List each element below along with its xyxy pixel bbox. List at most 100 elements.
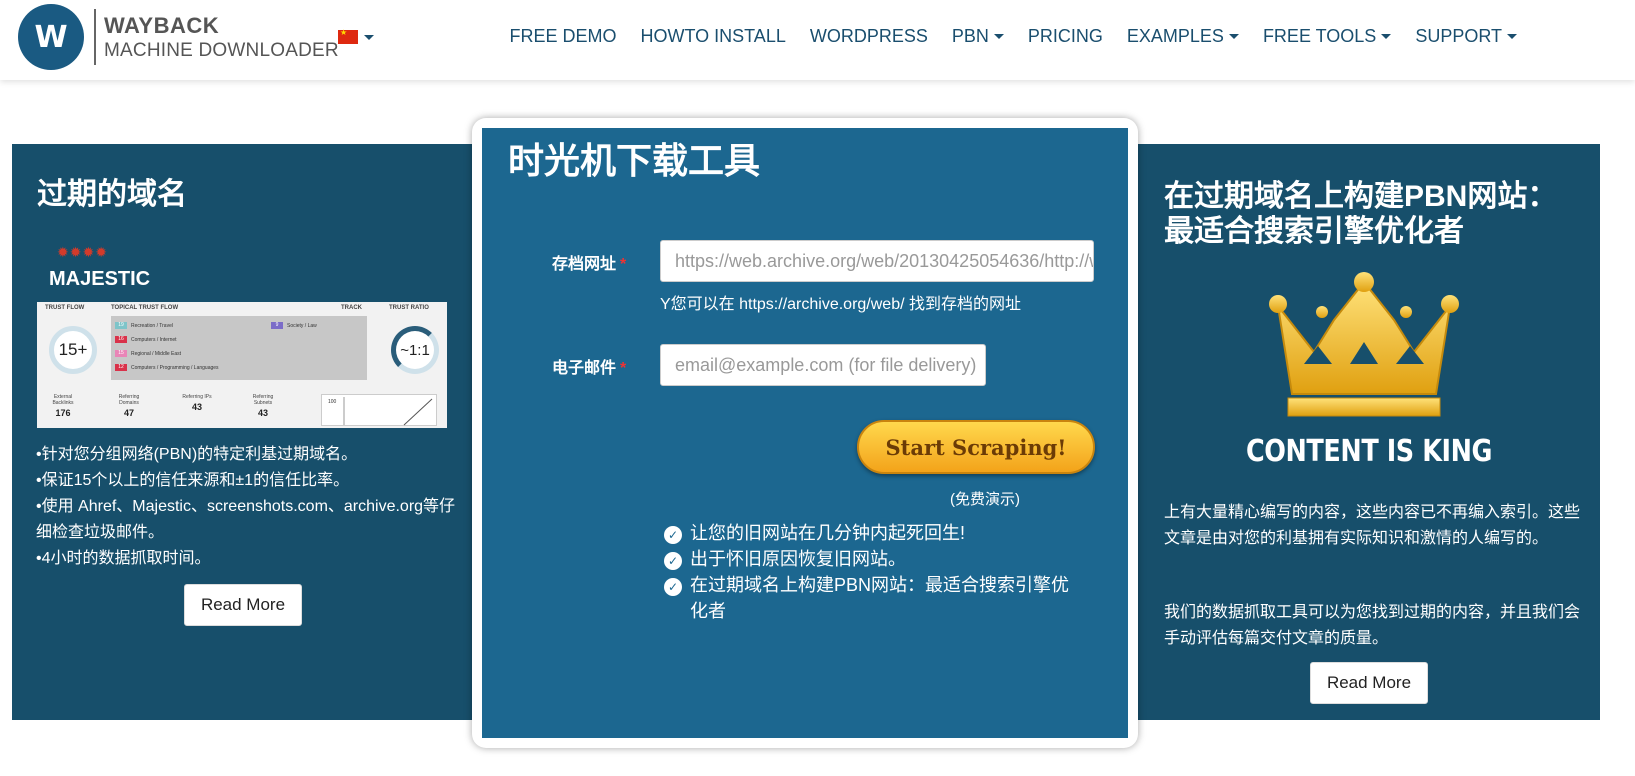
nav-label: FREE DEMO	[509, 26, 617, 46]
stat-label: Referring Subnets	[252, 394, 274, 406]
list-item: •使用 Ahref、Majestic、screenshots.com、archi…	[36, 498, 456, 541]
free-demo-note: (免费演示)	[950, 491, 1020, 508]
topic-value: 19	[115, 322, 127, 329]
archive-url-label: 存档网址 *	[552, 250, 626, 274]
topic-label: Regional / Middle East	[131, 350, 182, 357]
topics-box: 19 Recreation / Travel 16 Computers / Inte…	[111, 316, 367, 380]
stat-backlinks: External Backlinks 176	[43, 394, 83, 418]
stat-value: 43	[191, 402, 202, 412]
chevron-down-icon	[1381, 34, 1392, 39]
nav-label: WORDPRESS	[809, 26, 928, 46]
list-item: ✓ 在过期域名上构建PBN网站：最适合搜索引擎优化者	[664, 572, 1074, 624]
benefit-text: 出于怀旧原因恢复旧网站。	[690, 549, 906, 569]
label-text: 存档网址	[552, 256, 617, 273]
sparkline-chart: 100	[321, 394, 437, 426]
topic-row: 16 Computers / Internet	[115, 336, 177, 343]
pbn-panel: 在过期域名上构建PBN网站：最适合搜索引擎优化者 CONTENT IS KING…	[1138, 144, 1600, 720]
nav-support[interactable]: SUPPORT	[1415, 26, 1517, 47]
check-circle-icon: ✓	[664, 526, 682, 544]
logo-line-2: MACHINE DOWNLOADER	[104, 39, 339, 61]
nav-label: FREE TOOLS	[1262, 26, 1377, 46]
stat-ref-subnets: Referring Subnets 43	[243, 394, 283, 418]
topic-row: 15 Regional / Middle East	[115, 350, 181, 357]
site-header: W WAYBACK MACHINE DOWNLOADER FREE DEMO H…	[0, 0, 1635, 80]
downloader-form-card: 时光机下载工具 存档网址 * https://web.archive.org/we…	[472, 118, 1138, 748]
topic-label: Society / Law	[287, 322, 317, 329]
topic-label: Computers / Programming / Languages	[131, 364, 219, 371]
required-mark: *	[620, 256, 627, 273]
topic-row: 9 Society / Law	[271, 322, 317, 329]
stat-label: External Backlinks	[52, 394, 74, 406]
stat-ref-ips: Referring IPs 43	[177, 394, 217, 412]
main-nav: FREE DEMO HOWTO INSTALL WORDPRESS PBN PR…	[509, 26, 1517, 47]
china-flag-icon	[338, 28, 358, 44]
topic-value: 12	[115, 364, 127, 371]
label-text: 电子邮件	[552, 360, 617, 377]
topical-trust-flow-label: TOPICAL TRUST FLOW	[111, 305, 179, 311]
chevron-down-icon	[1228, 34, 1239, 39]
nav-howto-install[interactable]: HOWTO INSTALL	[640, 26, 785, 47]
majestic-card: TRUST FLOW TOPICAL TRUST FLOW TRACK TRUS…	[37, 302, 447, 428]
topic-row: 12 Computers / Programming / Languages	[115, 364, 219, 371]
language-selector[interactable]	[338, 28, 374, 44]
majestic-logo: ✹✹✹✹ MAJESTIC	[43, 244, 153, 294]
logo-mark-icon: W	[18, 4, 84, 70]
nav-label: PRICING	[1027, 26, 1103, 46]
topic-row: 19 Recreation / Travel	[115, 322, 173, 329]
list-item: •保证15个以上的信任来源和±1的信任比率。	[36, 472, 350, 489]
logo-text: WAYBACK MACHINE DOWNLOADER	[104, 12, 339, 61]
panel-title: 过期的域名	[37, 178, 187, 211]
email-label: 电子邮件 *	[552, 354, 626, 378]
list-item: ✓ 让您的旧网站在几分钟内起死回生!	[664, 520, 1074, 546]
nav-pricing[interactable]: PRICING	[1028, 26, 1103, 47]
panel-title: 在过期域名上构建PBN网站：最适合搜索引擎优化者	[1164, 180, 1558, 248]
nav-free-tools[interactable]: FREE TOOLS	[1262, 26, 1392, 47]
list-item: ✓ 出于怀旧原因恢复旧网站。	[664, 546, 1074, 572]
email-input[interactable]: email@example.com (for file delivery)	[660, 344, 986, 386]
archive-url-hint: Y您可以在 https://archive.org/web/ 找到存档的网址	[660, 296, 1021, 313]
read-more-button[interactable]: Read More	[1310, 662, 1428, 704]
list-item: •针对您分组网络(PBN)的特定利基过期域名。	[36, 446, 358, 463]
trust-flow-label: TRUST FLOW	[45, 305, 85, 311]
archive-url-input[interactable]: https://web.archive.org/web/201304250546…	[660, 240, 1094, 282]
input-placeholder: email@example.com (for file delivery)	[675, 354, 977, 375]
start-scraping-button[interactable]: Start Scraping!	[857, 420, 1095, 474]
crown-icon	[1269, 272, 1459, 417]
nav-examples[interactable]: EXAMPLES	[1127, 26, 1239, 47]
stat-label: Referring Domains	[118, 394, 140, 406]
trust-flow-value: 15+	[58, 340, 88, 359]
downloader-form: 时光机下载工具 存档网址 * https://web.archive.org/we…	[482, 128, 1128, 738]
nav-label: EXAMPLES	[1126, 26, 1224, 46]
logo-line-1: WAYBACK	[104, 12, 220, 38]
required-mark: *	[620, 360, 627, 377]
nav-pbn[interactable]: PBN	[952, 26, 1004, 47]
logo-divider	[94, 9, 96, 65]
pbn-paragraph-2: 我们的数据抓取工具可以为您找到过期的内容，并且我们会手动评估每篇交付文章的质量。	[1164, 604, 1581, 647]
topic-value: 16	[115, 336, 127, 343]
majestic-stars-icon: ✹✹✹✹	[57, 244, 108, 260]
nav-label: PBN	[951, 26, 989, 46]
stat-label: Referring IPs	[182, 394, 212, 400]
topic-value: 15	[115, 350, 127, 357]
domain-features-list: •针对您分组网络(PBN)的特定利基过期域名。 •保证15个以上的信任来源和±1…	[36, 442, 456, 572]
list-item: •4小时的数据抓取时间。	[36, 550, 211, 567]
page-title: 时光机下载工具	[508, 140, 761, 181]
expired-domains-panel: 过期的域名 ✹✹✹✹ MAJESTIC TRUST FLOW TOPICAL T…	[12, 144, 472, 720]
topic-label: Computers / Internet	[131, 336, 177, 343]
stat-value: 43	[257, 408, 268, 418]
nav-wordpress[interactable]: WORDPRESS	[810, 26, 928, 47]
site-logo[interactable]: W WAYBACK MACHINE DOWNLOADER	[18, 4, 339, 70]
read-more-button[interactable]: Read More	[184, 584, 302, 626]
check-circle-icon: ✓	[664, 578, 682, 596]
chevron-down-icon	[364, 34, 374, 40]
trust-flow-gauge: 15+	[49, 326, 97, 374]
stat-ref-domains: Referring Domains 47	[109, 394, 149, 418]
trust-ratio-value: ~1:1	[400, 341, 430, 359]
track-label: TRACK	[341, 305, 362, 311]
nav-free-demo[interactable]: FREE DEMO	[509, 26, 616, 47]
stat-value: 47	[123, 408, 134, 418]
nav-label: SUPPORT	[1415, 26, 1502, 46]
pbn-paragraph-1: 上有大量精心编写的内容，这些内容已不再编入索引。这些文章是由对您的利基拥有实际知…	[1164, 504, 1581, 547]
stat-value: 176	[55, 408, 71, 418]
majestic-metrics-image: ✹✹✹✹ MAJESTIC TRUST FLOW TOPICAL TRUST F…	[37, 244, 447, 428]
